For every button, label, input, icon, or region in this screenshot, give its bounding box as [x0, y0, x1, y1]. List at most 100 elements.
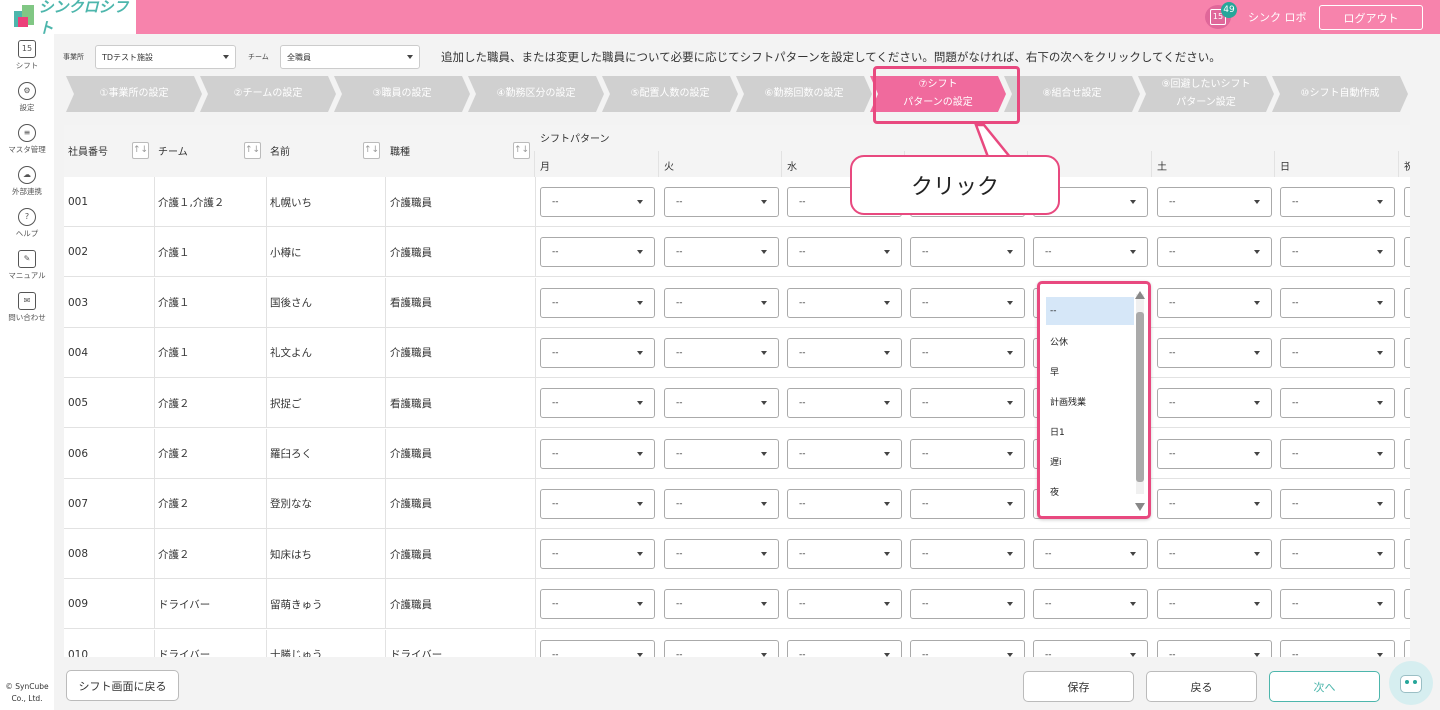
shift-pattern-select[interactable]: --	[1280, 287, 1395, 318]
wizard-step[interactable]: ①事業所の設定	[66, 76, 202, 112]
dropdown-option[interactable]: 計画残業	[1046, 387, 1134, 415]
shift-pattern-select[interactable]: --	[910, 237, 1025, 268]
dropdown-option[interactable]: 日1	[1046, 417, 1134, 445]
shift-pattern-select[interactable]: --	[540, 187, 655, 217]
shift-pattern-select[interactable]: --	[540, 388, 655, 419]
shift-pattern-select[interactable]: --	[1033, 639, 1148, 657]
shift-pattern-select[interactable]: --	[664, 539, 779, 570]
dropdown-option[interactable]: 夜	[1046, 477, 1134, 505]
shift-pattern-select[interactable]: --	[1280, 337, 1395, 368]
sort-icon[interactable]: ↑↓	[513, 142, 530, 159]
shift-pattern-select[interactable]: --	[1404, 237, 1410, 268]
shift-pattern-select[interactable]: --	[787, 438, 902, 469]
team-select[interactable]: 全職員	[280, 45, 420, 69]
shift-pattern-select[interactable]: --	[1280, 388, 1395, 419]
sidebar-item-shift[interactable]: 15 シフト	[0, 40, 54, 71]
shift-pattern-select[interactable]: --	[1404, 438, 1410, 469]
scroll-up-arrow-icon[interactable]	[1135, 291, 1145, 299]
shift-pattern-select[interactable]: --	[910, 287, 1025, 318]
sidebar-item-integration[interactable]: ☁ 外部連携	[0, 166, 54, 197]
shift-pattern-select[interactable]: --	[1157, 337, 1272, 368]
shift-pattern-select[interactable]: --	[1404, 539, 1410, 570]
back-to-shift-button[interactable]: シフト画面に戻る	[66, 670, 179, 701]
shift-pattern-select[interactable]: --	[787, 388, 902, 419]
scrollbar-thumb[interactable]	[1136, 312, 1144, 482]
shift-pattern-select[interactable]: --	[787, 488, 902, 519]
shift-pattern-select[interactable]: --	[664, 388, 779, 419]
shift-pattern-select[interactable]: --	[910, 488, 1025, 519]
dropdown-option[interactable]: --	[1046, 297, 1134, 325]
shift-pattern-select[interactable]: --	[1280, 237, 1395, 268]
shift-pattern-select[interactable]: --	[664, 589, 779, 620]
sidebar-item-manual[interactable]: ✎ マニュアル	[0, 250, 54, 281]
shift-pattern-select[interactable]: --	[1157, 539, 1272, 570]
shift-pattern-select[interactable]: --	[1157, 488, 1272, 519]
save-button[interactable]: 保存	[1023, 671, 1134, 702]
shift-pattern-select[interactable]: --	[1157, 388, 1272, 419]
shift-pattern-select[interactable]: --	[1157, 438, 1272, 469]
assistant-robot-avatar[interactable]	[1389, 661, 1433, 705]
sidebar-item-master[interactable]: ≡ マスタ管理	[0, 124, 54, 155]
dropdown-option[interactable]: 早	[1046, 357, 1134, 385]
back-button[interactable]: 戻る	[1146, 671, 1257, 702]
shift-pattern-select[interactable]: --	[910, 438, 1025, 469]
shift-pattern-select[interactable]: --	[1033, 237, 1148, 268]
sidebar-item-contact[interactable]: ✉ 問い合わせ	[0, 292, 54, 323]
shift-pattern-select[interactable]: --	[910, 639, 1025, 657]
wizard-step[interactable]: ③職員の設定	[334, 76, 470, 112]
shift-pattern-select[interactable]: --	[910, 539, 1025, 570]
shift-pattern-select[interactable]: --	[1280, 488, 1395, 519]
sort-icon[interactable]: ↑↓	[132, 142, 149, 159]
shift-pattern-select[interactable]: --	[1280, 589, 1395, 620]
sidebar-item-help[interactable]: ? ヘルプ	[0, 208, 54, 239]
shift-pattern-select[interactable]: --	[1157, 287, 1272, 318]
shift-pattern-select[interactable]: --	[1280, 539, 1395, 570]
shift-pattern-select[interactable]: --	[1157, 589, 1272, 620]
shift-pattern-select[interactable]: --	[787, 589, 902, 620]
shift-pattern-select[interactable]: --	[787, 287, 902, 318]
next-button[interactable]: 次へ	[1269, 671, 1380, 702]
shift-pattern-select[interactable]: --	[1157, 237, 1272, 268]
sort-icon[interactable]: ↑↓	[363, 142, 380, 159]
shift-pattern-select[interactable]: --	[664, 639, 779, 657]
wizard-step[interactable]: ④勤務区分の設定	[468, 76, 604, 112]
shift-pattern-select[interactable]: --	[1280, 639, 1395, 657]
shift-pattern-select[interactable]: --	[540, 639, 655, 657]
shift-pattern-select[interactable]: --	[1157, 187, 1272, 217]
wizard-step[interactable]: ⑥勤務回数の設定	[736, 76, 872, 112]
shift-pattern-select[interactable]: --	[540, 337, 655, 368]
wizard-step[interactable]: ⑧組合せ設定	[1004, 76, 1140, 112]
logout-button[interactable]: ログアウト	[1319, 5, 1423, 30]
shift-pattern-select[interactable]: --	[664, 337, 779, 368]
shift-pattern-select[interactable]: --	[664, 187, 779, 217]
shift-pattern-select[interactable]: --	[540, 438, 655, 469]
wizard-step[interactable]: ⑨回避したいシフト パターン設定	[1138, 76, 1274, 112]
shift-pattern-select[interactable]: --	[1404, 388, 1410, 419]
shift-pattern-select[interactable]: --	[1404, 488, 1410, 519]
shift-pattern-select[interactable]: --	[910, 388, 1025, 419]
app-logo[interactable]: シンクロシフト	[0, 0, 136, 37]
shift-pattern-dropdown-list[interactable]: --公休早計画残業日1遅i夜明	[1037, 281, 1151, 519]
shift-pattern-select[interactable]: --	[540, 589, 655, 620]
dropdown-option[interactable]: 遅i	[1046, 447, 1134, 475]
shift-pattern-select[interactable]: --	[664, 438, 779, 469]
shift-pattern-select[interactable]: --	[1280, 187, 1395, 217]
shift-pattern-select[interactable]: --	[664, 237, 779, 268]
wizard-step[interactable]: ⑩シフト自動作成	[1272, 76, 1408, 112]
office-select[interactable]: TDテスト施設	[95, 45, 236, 69]
sidebar-item-settings[interactable]: ⚙ 設定	[0, 82, 54, 113]
sort-icon[interactable]: ↑↓	[244, 142, 261, 159]
shift-pattern-select[interactable]: --	[910, 589, 1025, 620]
shift-pattern-select[interactable]: --	[1033, 539, 1148, 570]
shift-pattern-select[interactable]: --	[1404, 337, 1410, 368]
scroll-down-arrow-icon[interactable]	[1135, 503, 1145, 511]
shift-pattern-select[interactable]: --	[1404, 639, 1410, 657]
shift-pattern-select[interactable]: --	[910, 337, 1025, 368]
wizard-step[interactable]: ②チームの設定	[200, 76, 336, 112]
shift-pattern-select[interactable]: --	[540, 237, 655, 268]
shift-pattern-select[interactable]: --	[787, 539, 902, 570]
shift-pattern-select[interactable]: --	[540, 488, 655, 519]
shift-pattern-select[interactable]: --	[787, 639, 902, 657]
shift-pattern-select[interactable]: --	[664, 287, 779, 318]
dropdown-option[interactable]: 公休	[1046, 327, 1134, 355]
